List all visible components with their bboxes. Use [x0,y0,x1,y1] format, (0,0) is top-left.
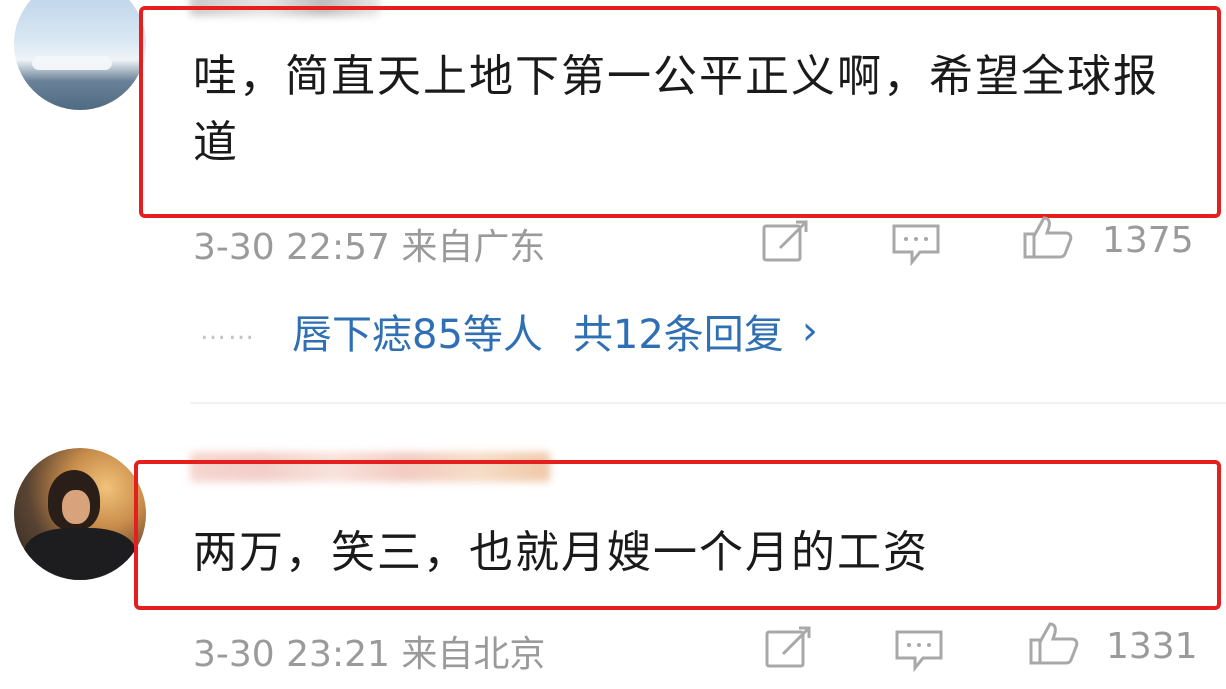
comment-location: 来自广东 [401,227,546,268]
thumbs-up-icon[interactable] [1022,214,1074,260]
chevron-right-icon: › [801,308,818,354]
comment-meta: 3-30 23:21 来自北京 [193,625,545,677]
like-count: 1331 [1106,626,1198,667]
share-edit-icon[interactable] [760,218,812,264]
comment-meta: 3-30 22:57 来自广东 [193,218,545,270]
comment-divider [190,402,1226,404]
share-edit-icon[interactable] [763,624,815,670]
dots-icon: …… [200,316,256,346]
comment-time: 3-30 23:21 [193,634,390,675]
reply-users[interactable]: 唇下痣85等人 [292,302,543,360]
avatar-cloud [32,56,112,70]
like-count: 1375 [1102,220,1194,261]
avatar-body [24,528,136,580]
comment-time: 3-30 22:57 [193,227,390,268]
commenter-avatar[interactable] [14,448,146,580]
comment-text: 哇，简直天上地下第一公平正义啊，希望全球报道 [193,51,1159,168]
thumbs-up-icon[interactable] [1028,620,1080,666]
comment-location: 来自北京 [401,634,546,675]
comment-text: 两万，笑三，也就月嫂一个月的工资 [193,527,929,578]
comment-bubble-icon[interactable] [893,626,945,672]
avatar-face [62,490,90,524]
view-replies-link[interactable]: …… 唇下痣85等人 共12条回复 › [200,306,818,358]
comment-bubble-icon[interactable] [890,220,942,266]
reply-total[interactable]: 共12条回复 [573,302,784,360]
commenter-avatar[interactable] [14,0,146,110]
